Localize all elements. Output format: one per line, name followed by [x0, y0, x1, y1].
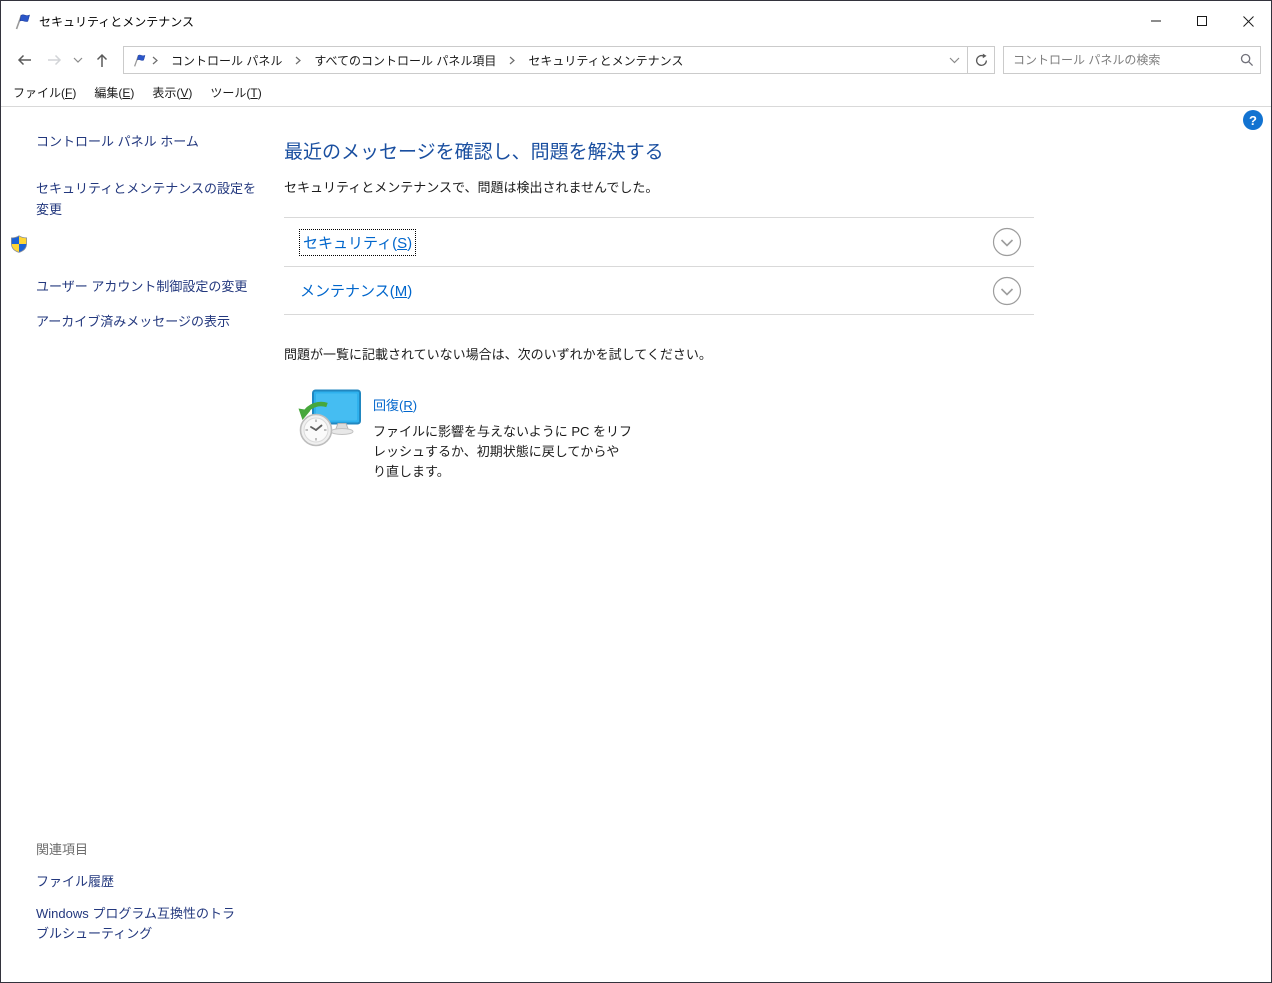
search-icon[interactable] — [1240, 53, 1254, 67]
chevron-down-icon — [949, 57, 960, 64]
security-flag-icon — [12, 11, 32, 31]
menu-bar: ファイル(F) 編集(E) 表示(V) ツール(T) — [1, 79, 1271, 107]
back-button[interactable] — [9, 45, 39, 75]
breadcrumb-flag-icon — [131, 52, 147, 68]
breadcrumb-separator-icon — [147, 52, 163, 68]
sidebar-item-change-uac[interactable]: ユーザー アカウント制御設定の変更 — [1, 234, 284, 297]
titlebar: セキュリティとメンテナンス — [1, 1, 1271, 41]
maintenance-expand-button[interactable] — [992, 276, 1022, 306]
question-mark-icon: ? — [1249, 113, 1257, 128]
content-area: ? コントロール パネル ホーム セキュリティとメンテナンスの設定を 変更 — [1, 107, 1271, 982]
window-controls — [1133, 1, 1271, 41]
maintenance-section-row: メンテナンス(M) — [284, 266, 1034, 315]
sidebar-task-links: コントロール パネル ホーム セキュリティとメンテナンスの設定を 変更 ユーザ — [1, 107, 284, 332]
maximize-button[interactable] — [1179, 1, 1225, 41]
close-icon — [1242, 15, 1255, 28]
recovery-link[interactable]: 回復(R) — [373, 395, 417, 414]
address-bar[interactable]: コントロール パネル すべてのコントロール パネル項目 セキュリティとメンテナン… — [123, 46, 968, 74]
uac-shield-icon — [10, 235, 28, 253]
sidebar-item-change-settings[interactable]: セキュリティとメンテナンスの設定を 変更 — [1, 178, 284, 220]
sidebar-related-links: 関連項目 ファイル履歴 Windows プログラム互換性のトラ ブルシューティン… — [1, 839, 284, 956]
menu-edit[interactable]: 編集(E) — [85, 79, 143, 106]
recovery-description: ファイルに影響を与えないように PC をリフ レッシュするか、初期状態に戻してか… — [373, 422, 632, 482]
troubleshoot-hint-text: 問題が一覧に記載されていない場合は、次のいずれかを試してください。 — [284, 344, 1034, 363]
forward-button[interactable] — [39, 45, 69, 75]
main-pane: 最近のメッセージを確認し、問題を解決する セキュリティとメンテナンスで、問題は検… — [284, 107, 1034, 482]
security-section-row: セキュリティ(S) — [284, 217, 1034, 266]
recent-pages-dropdown[interactable] — [69, 45, 87, 75]
address-dropdown-button[interactable] — [941, 47, 967, 73]
sidebar-item-file-history[interactable]: ファイル履歴 — [1, 872, 284, 892]
status-message: セキュリティとメンテナンスで、問題は検出されませんでした。 — [284, 177, 1034, 196]
maintenance-expander-link[interactable]: メンテナンス(M) — [300, 280, 412, 301]
related-items-header: 関連項目 — [1, 839, 284, 858]
up-button[interactable] — [87, 45, 117, 75]
refresh-icon — [974, 53, 989, 68]
sidebar-item-control-panel-home[interactable]: コントロール パネル ホーム — [1, 131, 284, 152]
minimize-icon — [1150, 15, 1162, 27]
close-button[interactable] — [1225, 1, 1271, 41]
sidebar: コントロール パネル ホーム セキュリティとメンテナンスの設定を 変更 ユーザ — [1, 107, 284, 982]
security-expand-button[interactable] — [992, 227, 1022, 257]
page-title: 最近のメッセージを確認し、問題を解決する — [284, 137, 1034, 164]
security-expander-link[interactable]: セキュリティ(S) — [300, 230, 415, 255]
search-input[interactable] — [1013, 53, 1240, 67]
back-arrow-icon — [16, 52, 33, 68]
security-and-maintenance-window: セキュリティとメンテナンス — [0, 0, 1272, 983]
recovery-item: 回復(R) ファイルに影響を与えないように PC をリフ レッシュするか、初期状… — [297, 389, 1034, 482]
sidebar-item-archived-messages[interactable]: アーカイブ済みメッセージの表示 — [1, 311, 284, 332]
menu-tools[interactable]: ツール(T) — [201, 79, 270, 106]
up-arrow-icon — [94, 52, 110, 69]
refresh-button[interactable] — [968, 46, 995, 74]
menu-view[interactable]: 表示(V) — [143, 79, 201, 106]
breadcrumb-control-panel[interactable]: コントロール パネル — [163, 47, 290, 74]
navigation-toolbar: コントロール パネル すべてのコントロール パネル項目 セキュリティとメンテナン… — [1, 41, 1271, 79]
breadcrumb-security-maintenance[interactable]: セキュリティとメンテナンス — [520, 47, 691, 74]
sidebar-item-label: ユーザー アカウント制御設定の変更 — [36, 279, 247, 294]
menu-file[interactable]: ファイル(F) — [4, 79, 85, 106]
breadcrumb-separator-icon — [504, 52, 520, 68]
forward-arrow-icon — [46, 52, 63, 68]
breadcrumb-separator-icon — [290, 52, 306, 68]
chevron-down-circle-icon — [992, 276, 1022, 306]
recovery-text-block: 回復(R) ファイルに影響を与えないように PC をリフ レッシュするか、初期状… — [373, 389, 632, 482]
message-sections: セキュリティ(S) メンテナンス(M) — [284, 217, 1034, 315]
search-box[interactable] — [1003, 46, 1261, 74]
recovery-icon — [297, 389, 363, 449]
maximize-icon — [1196, 15, 1208, 27]
sidebar-item-compatibility-troubleshooter[interactable]: Windows プログラム互換性のトラ ブルシューティング — [1, 904, 284, 944]
window-title: セキュリティとメンテナンス — [39, 13, 194, 30]
minimize-button[interactable] — [1133, 1, 1179, 41]
breadcrumb-all-items[interactable]: すべてのコントロール パネル項目 — [306, 47, 504, 74]
chevron-down-icon — [73, 57, 83, 63]
chevron-down-circle-icon — [992, 227, 1022, 257]
help-button[interactable]: ? — [1243, 110, 1263, 130]
